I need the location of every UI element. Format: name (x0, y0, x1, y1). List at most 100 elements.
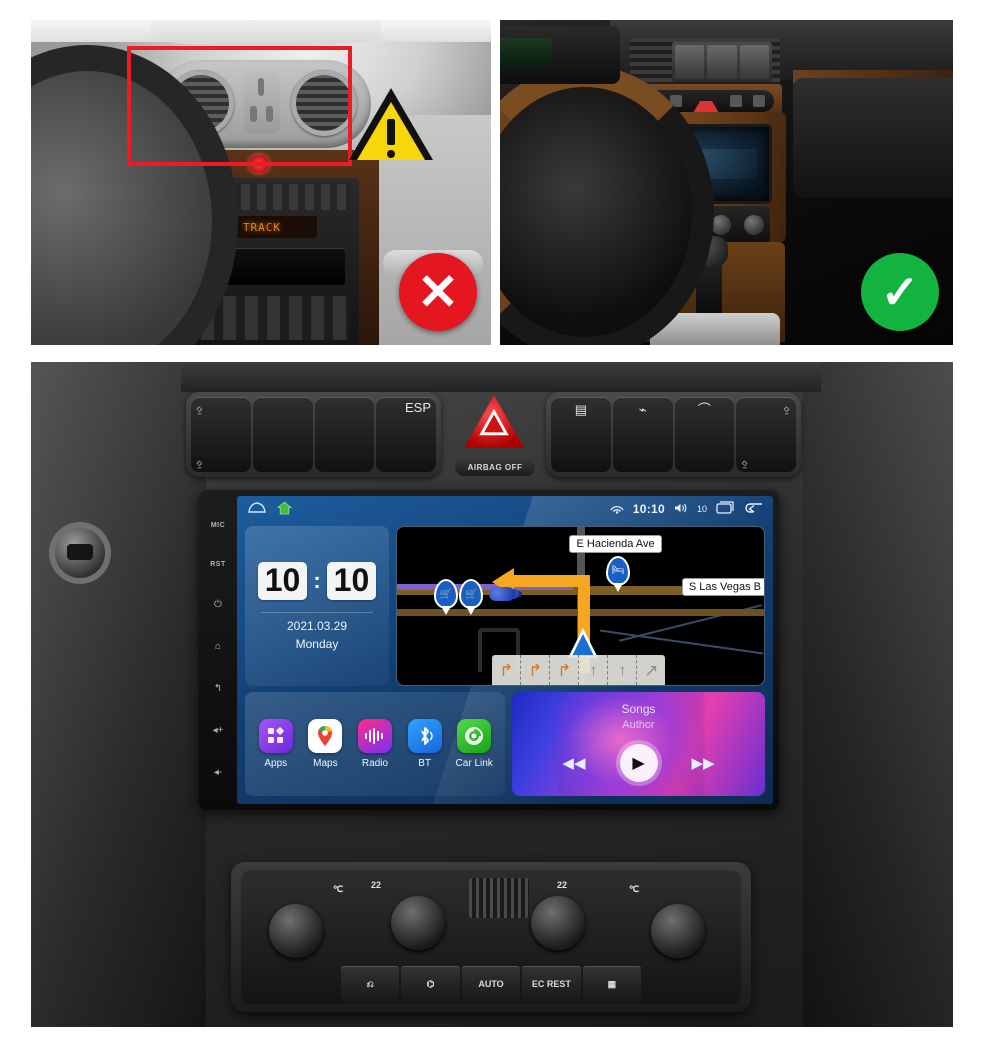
climate-knob (711, 215, 732, 235)
media-player-widget[interactable]: Songs Author ◀◀ ▶ ▶▶ (512, 692, 765, 796)
ec-rest-button[interactable]: EC REST (522, 966, 581, 1004)
product-listing-image: TRACK ✕ ✓ ⍚ ⍚ ESP ▤ ⌁ ⌒ ⍚ ⍚ AIRBAG OFF M… (0, 0, 1000, 1048)
sunroof-switch[interactable]: ⌁ (612, 397, 673, 472)
lane-arrow: ↱ (492, 655, 522, 686)
home-icon[interactable]: ⌂ (215, 642, 221, 652)
shopping-cart-pin[interactable]: 🛒 (433, 579, 458, 610)
power-icon[interactable]: ⏻ (214, 600, 222, 610)
front-defrost-button[interactable]: ⎌ (341, 966, 400, 1004)
back-arrow-icon[interactable] (743, 501, 763, 517)
clock-date: 2021.03.29 (286, 618, 348, 633)
unit-side-buttons: MIC RST ⏻ ⌂ ↰ ◂+ ◂- (199, 496, 237, 804)
seat-heater-switch[interactable]: ⍚ ⍚ (736, 397, 796, 472)
warning-exclamation-dot (387, 150, 395, 158)
wifi-signal-icon (610, 502, 624, 517)
flip-clock: 10 : 10 (257, 561, 377, 600)
map-minor-road (599, 629, 764, 655)
instrument-cluster (500, 26, 620, 84)
clock-hours: 10 (257, 561, 308, 600)
temp-right-unit: ℃ (629, 884, 640, 894)
clock-minutes: 10 (326, 561, 377, 600)
volume-up-icon[interactable]: ◂+ (213, 726, 224, 736)
windshield-area (151, 20, 381, 46)
radio-wave-icon (357, 719, 392, 754)
media-meta: Songs Author (512, 702, 765, 731)
rear-window-heat-button[interactable]: ▦ (582, 966, 642, 1004)
temperature-knob-right[interactable] (531, 896, 585, 950)
clock-widget[interactable]: 10 : 10 2021.03.29 Monday (245, 526, 389, 687)
window-switch[interactable] (252, 397, 313, 472)
app-label: Maps (313, 758, 338, 770)
car-link-icon (457, 719, 492, 754)
app-shortcut-radio[interactable]: Radio (353, 719, 397, 769)
lane-arrow: ↱ (521, 655, 551, 686)
home-icon[interactable] (276, 500, 293, 518)
street-label-top: E Hacienda Ave (569, 534, 662, 553)
back-icon[interactable]: ↰ (214, 684, 222, 694)
app-shortcut-maps[interactable]: Maps (303, 719, 347, 769)
window-lock-switch[interactable]: ▤ (551, 397, 611, 472)
home-screen-content: 10 : 10 2021.03.29 Monday 🛒 🛒 🛏 E Hacien… (237, 522, 773, 804)
temp-left-unit: ℃ (333, 884, 344, 894)
cluster-display (500, 38, 552, 68)
temp-left-value: 22 (371, 880, 382, 890)
installed-head-unit-photo: ⍚ ⍚ ESP ▤ ⌁ ⌒ ⍚ ⍚ AIRBAG OFF MIC RST ⏻ ⌂ ↰… (31, 362, 953, 1027)
convertible-switch[interactable]: ⌒ (674, 397, 735, 472)
play-icon[interactable]: ▶ (619, 744, 658, 782)
rewind-icon[interactable]: ◀◀ (562, 754, 585, 772)
correct-fitment-photo: ✓ (500, 20, 953, 345)
touchscreen[interactable]: 10:10 10 10: 10 2021.03.29 Monday 🛒 🛒 🛏… (237, 496, 773, 804)
track-title: Songs (621, 702, 656, 717)
seat-heater-switch[interactable]: ⍚ ⍚ (191, 397, 251, 472)
route-line-horizontal (514, 574, 585, 587)
climate-button-row: ⎌ ⌬ AUTO EC REST ▦ (341, 966, 642, 1004)
car-outline-icon[interactable] (247, 501, 267, 517)
temp-right-value: 22 (557, 880, 568, 890)
recents-icon[interactable] (716, 501, 734, 517)
right-dash-trim (803, 362, 953, 1027)
fast-forward-icon[interactable]: ▶▶ (692, 754, 715, 772)
app-label: BT (418, 758, 431, 770)
volume-icon[interactable] (674, 502, 688, 517)
climate-knob (743, 215, 764, 235)
cross-icon: ✕ (417, 264, 459, 320)
reset-button[interactable]: RST (210, 561, 226, 568)
rear-defrost-button[interactable]: ⌬ (401, 966, 460, 1004)
lane-arrow: ↗ (644, 660, 659, 680)
window-switch[interactable] (314, 397, 375, 472)
hotel-pin[interactable]: 🛏 (606, 555, 631, 586)
app-shortcut-apps[interactable]: Apps (254, 719, 298, 769)
poi-cluster[interactable] (488, 587, 515, 602)
auto-button[interactable]: AUTO (461, 966, 521, 1004)
red-highlight-box (127, 46, 352, 166)
app-shortcut-car-link[interactable]: Car Link (452, 719, 496, 769)
climate-control-unit: 22 ℃ 22 ℃ ⎌ ⌬ AUTO EC REST ▦ (231, 862, 751, 1012)
fan-speed-knob[interactable] (651, 904, 705, 958)
hazard-triangle-icon (692, 89, 719, 113)
bluetooth-icon (407, 719, 442, 754)
lane-arrow: ↑ (608, 655, 638, 686)
volume-level: 10 (696, 504, 707, 514)
airbag-off-indicator: AIRBAG OFF (455, 458, 535, 476)
incorrect-badge: ✕ (399, 253, 477, 331)
warning-exclamation-bar (387, 119, 395, 145)
status-bar: 10:10 10 (237, 496, 773, 522)
volume-down-icon[interactable]: ◂- (214, 768, 222, 778)
apps-grid-icon (258, 719, 293, 754)
lane-arrow: ↑ (579, 655, 609, 686)
status-time: 10:10 (632, 502, 665, 516)
lane-arrow: ↱ (550, 655, 580, 686)
navigation-map-widget[interactable]: 🛒 🛒 🛏 E Hacienda Ave S Las Vegas B ↱ ↱ ↱ (396, 526, 765, 687)
airbag-off-label: AIRBAG OFF (467, 462, 523, 472)
shopping-cart-pin[interactable]: 🛒 (459, 579, 484, 610)
temperature-knob-left[interactable] (391, 896, 445, 950)
climate-vent-grille (469, 878, 529, 918)
mic-button[interactable]: MIC (211, 522, 225, 529)
esp-switch[interactable]: ESP (376, 397, 436, 472)
app-label: Radio (361, 758, 389, 770)
app-label: Apps (264, 758, 288, 770)
air-distribution-knob[interactable] (269, 904, 323, 958)
app-shortcut-bt[interactable]: BT (403, 719, 447, 769)
upper-button-row (672, 42, 772, 82)
media-controls: ◀◀ ▶ ▶▶ (512, 744, 765, 782)
